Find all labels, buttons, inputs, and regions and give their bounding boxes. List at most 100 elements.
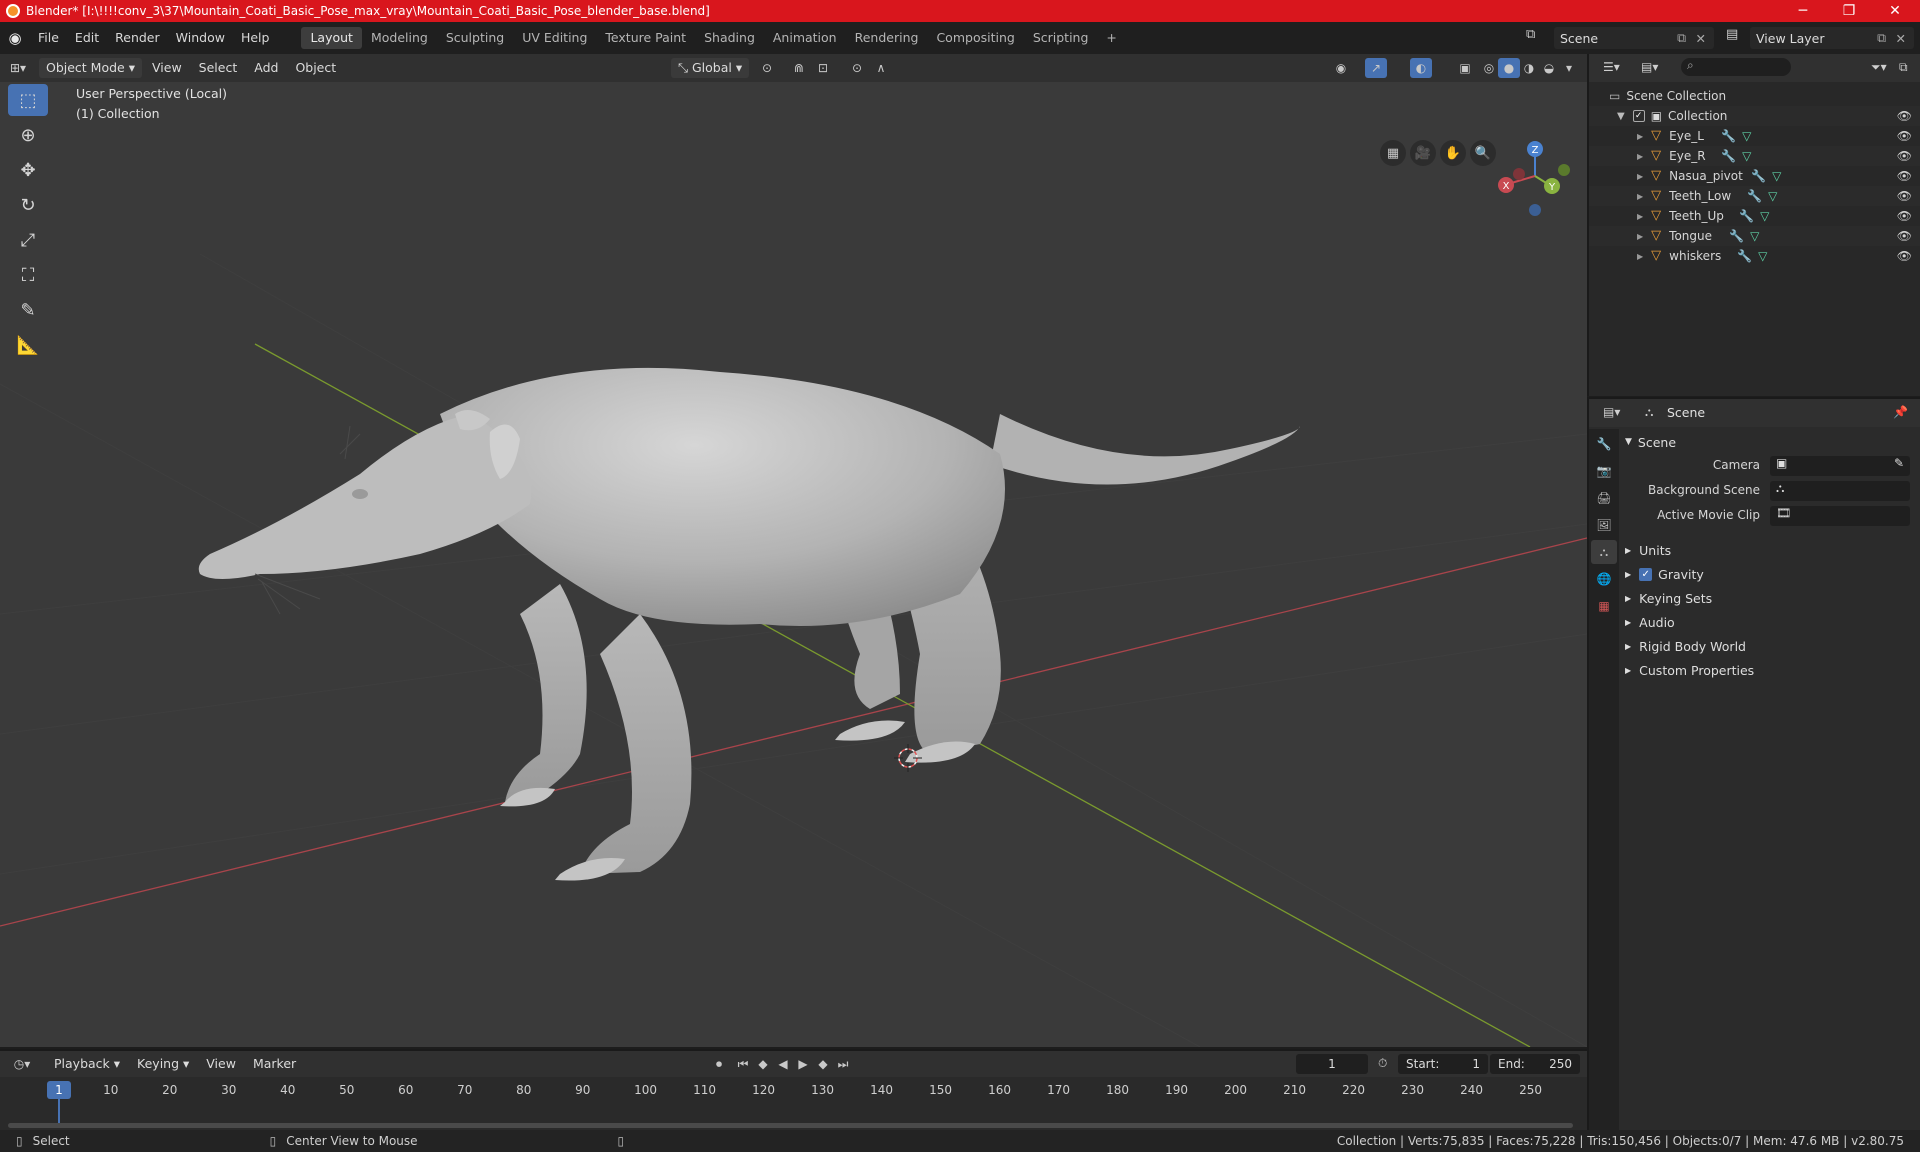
eye-icon[interactable]: 👁 <box>1897 229 1912 243</box>
scene-panel-header[interactable]: ▼ Scene <box>1625 431 1676 453</box>
expand-arrow-icon[interactable]: ▶ <box>1637 252 1643 261</box>
wireframe-shading-icon[interactable]: ◎ <box>1478 58 1500 78</box>
scene-selector[interactable]: Scene ⧉ ✕ <box>1554 27 1714 49</box>
snap-target-icon[interactable]: ⊡ <box>812 58 834 78</box>
view-layer-remove-icon[interactable]: ✕ <box>1896 31 1906 46</box>
outliner-collection[interactable]: ▼ ✓ ▣ Collection 👁 <box>1589 106 1920 126</box>
solid-shading-icon[interactable]: ● <box>1498 58 1520 78</box>
eyedropper-icon[interactable]: ✎ <box>1894 456 1904 470</box>
timeline-scrollbar[interactable] <box>8 1123 1573 1128</box>
mesh-data-icon[interactable]: ▽ <box>1772 169 1781 183</box>
outliner-item-eye-r[interactable]: ▶ ▽ Eye_R 🔧 ▽ 👁 <box>1589 146 1920 166</box>
modifier-icon[interactable]: 🔧 <box>1747 189 1762 203</box>
eye-icon[interactable]: 👁 <box>1897 149 1912 163</box>
toggle-camera-view-icon[interactable]: ▦ <box>1380 140 1406 166</box>
outliner-scene-collection[interactable]: ▭ Scene Collection <box>1589 86 1920 106</box>
collection-checkbox[interactable]: ✓ <box>1632 110 1645 122</box>
filter-icon[interactable]: ⏷▾ <box>1871 60 1887 75</box>
pin-icon[interactable]: 📌 <box>1893 405 1908 419</box>
scale-tool-icon[interactable]: ⤢ <box>8 224 48 256</box>
keying-menu[interactable]: Keying ▾ <box>130 1054 196 1074</box>
modifier-icon[interactable]: 🔧 <box>1729 229 1744 243</box>
scene-remove-icon[interactable]: ✕ <box>1696 31 1706 46</box>
eye-icon[interactable]: 👁 <box>1897 209 1912 223</box>
view-layer-tab-icon[interactable]: 🖼 <box>1591 513 1617 537</box>
world-tab-icon[interactable]: 🌐 <box>1591 567 1617 591</box>
transform-tool-icon[interactable]: ⛶ <box>8 259 48 291</box>
units-section[interactable]: ▶ Units <box>1625 539 1671 561</box>
tab-rendering[interactable]: Rendering <box>846 27 928 49</box>
output-tab-icon[interactable]: 🖨 <box>1591 486 1617 510</box>
expand-arrow-icon[interactable]: ▶ <box>1637 132 1643 141</box>
blender-menu-icon[interactable]: ◉ <box>0 29 30 47</box>
cursor-tool-icon[interactable]: ⊕ <box>8 119 48 151</box>
eye-icon[interactable]: 👁 <box>1897 109 1912 123</box>
mesh-data-icon[interactable]: ▽ <box>1742 149 1751 163</box>
mesh-data-icon[interactable]: ▽ <box>1750 229 1759 243</box>
outliner-editor-type-icon[interactable]: ☰▾ <box>1603 60 1620 74</box>
next-keyframe-icon[interactable]: ◆ <box>812 1054 834 1074</box>
playback-menu[interactable]: Playback ▾ <box>47 1054 127 1074</box>
gizmo-toggle-icon[interactable]: ↗ <box>1365 58 1387 78</box>
outliner-item-nasua-pivot[interactable]: ▶ ▽ Nasua_pivot 🔧 ▽ 👁 <box>1589 166 1920 186</box>
pan-view-icon[interactable]: ✋ <box>1440 140 1466 166</box>
playhead[interactable]: 1 <box>47 1081 71 1099</box>
rendered-shading-icon[interactable]: ◒ <box>1538 58 1560 78</box>
expand-arrow-icon[interactable]: ▶ <box>1637 212 1643 221</box>
pivot-point-icon[interactable]: ⊙ <box>756 58 778 78</box>
eye-icon[interactable]: 👁 <box>1897 169 1912 183</box>
scene-selector-icon[interactable]: ⧉ <box>1526 27 1535 42</box>
tab-animation[interactable]: Animation <box>764 27 846 49</box>
xray-icon[interactable]: ▣ <box>1454 58 1476 78</box>
menu-select[interactable]: Select <box>192 58 245 78</box>
outliner-search-input[interactable]: ⌕ <box>1681 58 1791 76</box>
custom-properties-section[interactable]: ▶ Custom Properties <box>1625 659 1754 681</box>
tab-compositing[interactable]: Compositing <box>927 27 1023 49</box>
timeline-editor-type-icon[interactable]: ◷▾ <box>0 1057 44 1071</box>
outliner-item-tongue[interactable]: ▶ ▽ Tongue 🔧 ▽ 👁 <box>1589 226 1920 246</box>
gravity-section[interactable]: ▶ ✓ Gravity <box>1625 563 1704 585</box>
camera-view-icon[interactable]: 🎥 <box>1410 140 1436 166</box>
tab-modeling[interactable]: Modeling <box>362 27 437 49</box>
record-icon[interactable]: ⏺ <box>708 1054 730 1074</box>
view-layer-selector[interactable]: View Layer ⧉ ✕ <box>1750 27 1914 49</box>
jump-start-icon[interactable]: ⏮ <box>732 1054 754 1074</box>
object-mode-dropdown[interactable]: Object Mode ▾ <box>39 58 142 78</box>
timeline-view-menu[interactable]: View <box>199 1054 243 1074</box>
mesh-data-icon[interactable]: ▽ <box>1760 209 1769 223</box>
editor-type-icon[interactable]: ⊞▾ <box>0 61 36 75</box>
eye-icon[interactable]: 👁 <box>1897 129 1912 143</box>
menu-object[interactable]: Object <box>288 58 343 78</box>
tab-texture-paint[interactable]: Texture Paint <box>596 27 695 49</box>
select-box-tool-icon[interactable]: ⬚ <box>8 84 48 116</box>
menu-add[interactable]: Add <box>247 58 285 78</box>
tab-shading[interactable]: Shading <box>695 27 764 49</box>
modifier-icon[interactable]: 🔧 <box>1721 149 1736 163</box>
annotate-tool-icon[interactable]: ✎ <box>8 294 48 326</box>
expand-arrow-icon[interactable]: ▶ <box>1637 232 1643 241</box>
scene-tab-icon[interactable]: ⛬ <box>1591 540 1617 564</box>
modifier-icon[interactable]: 🔧 <box>1721 129 1736 143</box>
menu-view[interactable]: View <box>145 58 189 78</box>
end-frame-field[interactable]: End: 250 <box>1490 1054 1580 1074</box>
view-layer-new-icon[interactable]: ⧉ <box>1877 30 1886 46</box>
rigid-body-world-section[interactable]: ▶ Rigid Body World <box>1625 635 1746 657</box>
tab-sculpting[interactable]: Sculpting <box>437 27 513 49</box>
scene-new-icon[interactable]: ⧉ <box>1677 30 1686 46</box>
overlay-toggle-icon[interactable]: ◐ <box>1410 58 1432 78</box>
collapse-arrow-icon[interactable]: ▼ <box>1617 111 1625 122</box>
active-movie-clip-field[interactable]: 🎞 <box>1770 506 1910 526</box>
mesh-data-icon[interactable]: ▽ <box>1768 189 1777 203</box>
modifier-icon[interactable]: 🔧 <box>1737 249 1752 263</box>
shading-options-icon[interactable]: ▾ <box>1558 58 1580 78</box>
expand-arrow-icon[interactable]: ▶ <box>1637 192 1643 201</box>
maximize-button[interactable]: ❐ <box>1826 0 1872 22</box>
play-icon[interactable]: ▶ <box>792 1054 814 1074</box>
eye-icon[interactable]: 👁 <box>1897 189 1912 203</box>
snap-icon[interactable]: ⋒ <box>788 58 810 78</box>
tab-layout[interactable]: Layout <box>301 27 362 49</box>
menu-edit[interactable]: Edit <box>67 27 107 49</box>
jump-end-icon[interactable]: ⏭ <box>832 1054 854 1074</box>
outliner-item-teeth-low[interactable]: ▶ ▽ Teeth_Low 🔧 ▽ 👁 <box>1589 186 1920 206</box>
tab-uv-editing[interactable]: UV Editing <box>513 27 596 49</box>
